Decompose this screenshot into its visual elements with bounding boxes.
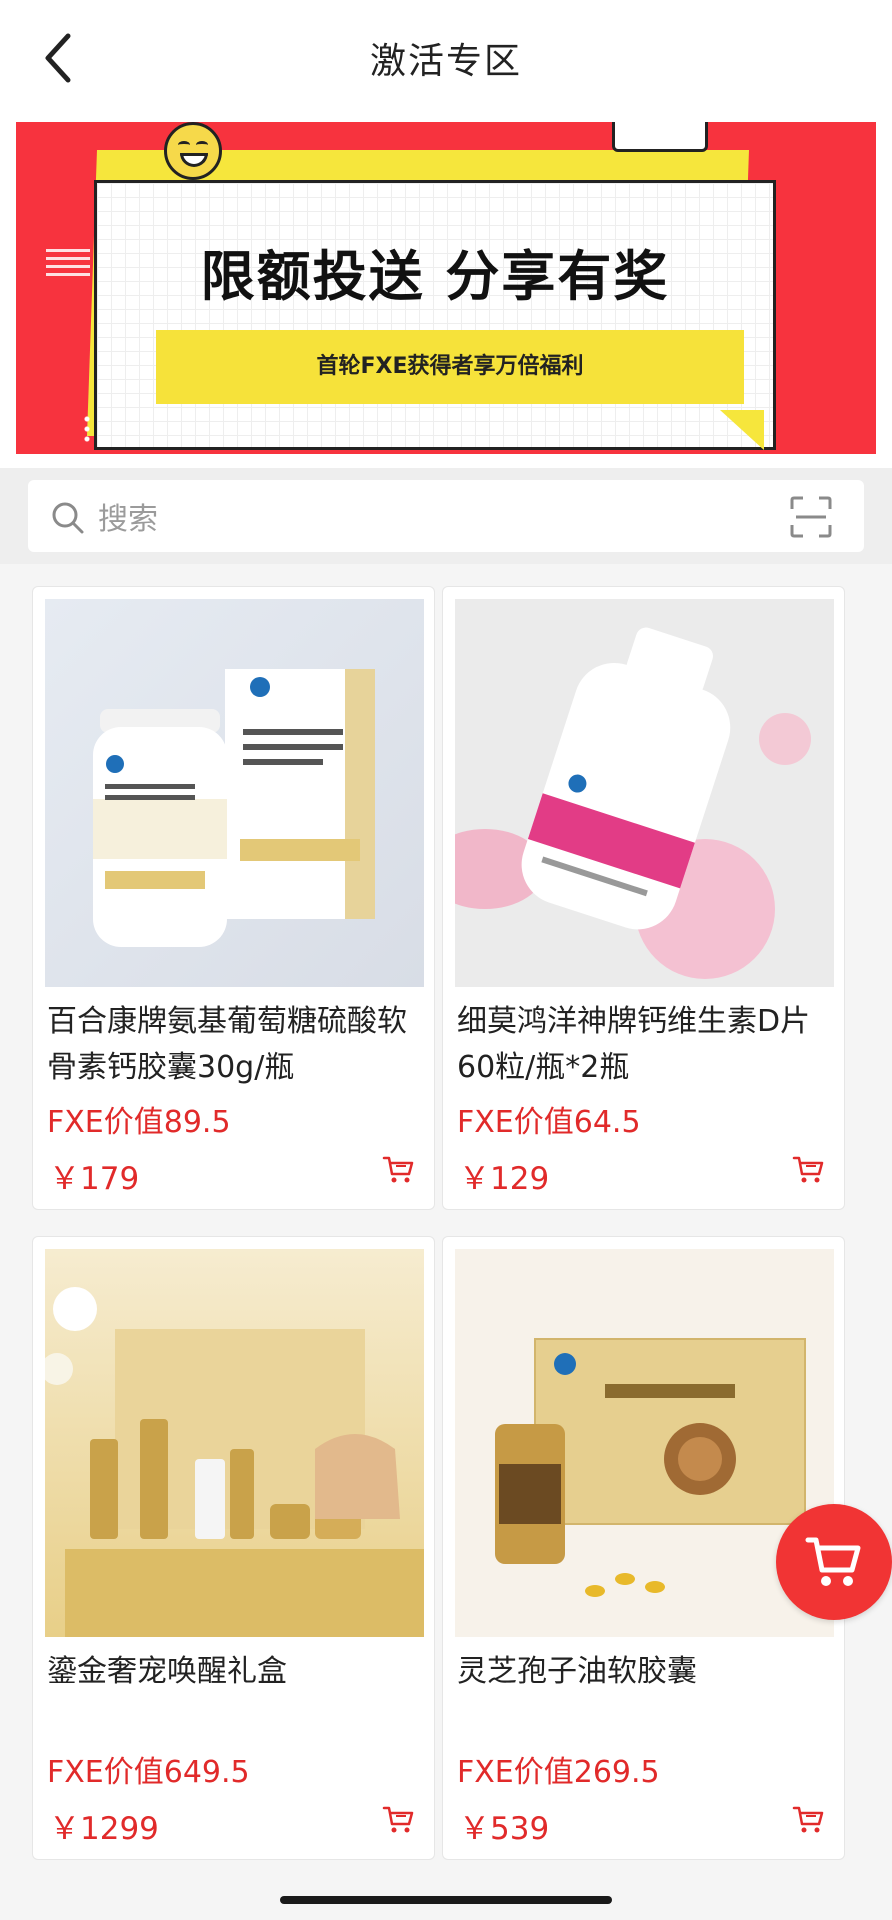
home-indicator[interactable] [280,1896,612,1904]
product-price: ￥1299 [49,1811,159,1847]
banner-dots-decoration [80,414,94,444]
product-name: 百合康牌氨基葡萄糖硫酸软骨素钙胶囊30g/瓶 [47,1004,407,1085]
page-title: 激活专区 [369,41,522,82]
product-grid: 百合康牌氨基葡萄糖硫酸软骨素钙胶囊30g/瓶 FXE价值89.5 ￥179 细莫… [0,564,892,1920]
search-placeholder: 搜索 [98,502,158,537]
cart-icon[interactable] [382,1155,416,1185]
product-name: 鎏金奢宠唤醒礼盒 [47,1654,287,1689]
product-image-gift-box [45,1249,424,1637]
cart-icon[interactable] [382,1805,416,1835]
cart-icon[interactable] [792,1155,826,1185]
banner-paper [94,180,776,450]
banner-speech-bubble [612,122,708,152]
scan-icon[interactable] [790,496,832,538]
product-price: ￥539 [459,1811,550,1847]
cart-icon[interactable] [792,1805,826,1835]
product-price: ￥129 [459,1161,550,1197]
product-price: ￥179 [49,1161,140,1197]
search-section: 搜索 [0,468,892,564]
fxe-value: FXE价值269.5 [457,1755,660,1790]
floating-cart-button[interactable] [776,1504,892,1620]
product-card[interactable]: 鎏金奢宠唤醒礼盒 FXE价值649.5 ￥1299 [32,1236,435,1860]
banner-wave-decoration [46,244,90,280]
fxe-value: FXE价值64.5 [457,1105,641,1140]
top-nav-bar: 激活专区 [0,0,892,112]
product-name: 灵芝孢子油软胶囊 [457,1654,697,1689]
product-name: 细莫鸿洋神牌钙维生素D片60粒/瓶*2瓶 [457,1004,811,1085]
cart-icon [805,1537,861,1586]
product-image-calcium-capsules [45,599,424,987]
search-icon [52,502,84,534]
banner-headline: 限额投送 分享有奖 [200,245,670,308]
banner-paper-fold [720,410,764,450]
product-card[interactable]: 细莫鸿洋神牌钙维生素D片60粒/瓶*2瓶 FXE价值64.5 ￥129 [442,586,845,1210]
promo-banner[interactable]: 限额投送 分享有奖 首轮FXE获得者享万倍福利 [16,122,876,454]
product-card[interactable]: 百合康牌氨基葡萄糖硫酸软骨素钙胶囊30g/瓶 FXE价值89.5 ￥179 [32,586,435,1210]
search-input[interactable]: 搜索 [28,480,864,552]
fxe-value: FXE价值649.5 [47,1755,250,1790]
fxe-value: FXE价值89.5 [47,1105,231,1140]
product-image-calcium-vitamin-d [455,599,834,987]
product-image-ganoderma-oil [455,1249,834,1637]
banner-subline: 首轮FXE获得者享万倍福利 [156,330,744,404]
smiley-icon [164,122,222,180]
